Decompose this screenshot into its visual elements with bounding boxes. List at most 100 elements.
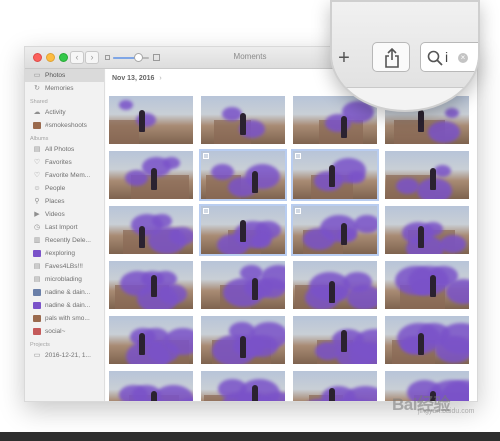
share-button[interactable] (372, 42, 410, 72)
album-stack-icon: ▤ (33, 276, 41, 283)
purple-smoke (354, 215, 377, 233)
purple-smoke (222, 107, 242, 121)
purple-smoke (148, 227, 186, 254)
photo-thumbnail[interactable] (291, 149, 379, 201)
memories-icon: ↻ (34, 85, 40, 92)
photo-thumbnail[interactable] (109, 261, 193, 309)
photo-thumbnail[interactable] (201, 96, 285, 144)
moment-date-label[interactable]: Nov 13, 2016 › (112, 75, 162, 82)
sidebar-item-label: All Photos (45, 146, 75, 153)
sidebar-item-album-11[interactable]: nadine & dain... (25, 286, 104, 299)
person-figure (151, 391, 157, 401)
album-thumb-icon (33, 289, 41, 296)
heart-icon: ♡ (33, 159, 41, 166)
purple-smoke (446, 279, 469, 304)
purple-smoke (440, 235, 466, 253)
pin-icon: ⚲ (34, 198, 40, 205)
sidebar-item-label: Places (45, 198, 65, 205)
photo-thumbnail[interactable] (385, 206, 469, 254)
photo-thumbnail[interactable] (201, 371, 285, 401)
photos-icon: ▭ (33, 72, 41, 79)
sidebar-item-album-3[interactable]: ☺ People (25, 182, 104, 195)
photo-thumbnail[interactable] (201, 316, 285, 364)
sidebar-item-label: microblading (45, 276, 82, 283)
sidebar-item-shared-0[interactable]: ☁ Activity (25, 106, 104, 119)
sidebar-item-album-6[interactable]: ◷ Last Import (25, 221, 104, 234)
cloud-icon: ☁ (33, 109, 41, 116)
photo-thumbnail[interactable] (201, 261, 285, 309)
sidebar-item-album-5[interactable]: ▶ Videos (25, 208, 104, 221)
sidebar-item-label: Favorite Mem... (45, 172, 91, 179)
person-figure (151, 168, 157, 190)
sidebar-item-top-1[interactable]: ↻ Memories (25, 82, 104, 95)
photo-thumbnail[interactable] (293, 371, 377, 401)
search-icon (427, 50, 443, 66)
photo-thumbnail[interactable] (109, 206, 193, 254)
person-figure (252, 278, 258, 300)
chevron-right-icon: › (159, 75, 162, 82)
back-button[interactable]: ‹ (70, 51, 84, 64)
photo-thumbnail[interactable] (291, 204, 379, 256)
photo-thumbnail[interactable] (385, 151, 469, 199)
person-figure (139, 226, 145, 248)
sidebar-item-album-10[interactable]: ▤ microblading (25, 273, 104, 286)
album-thumb-icon (33, 250, 41, 257)
purple-smoke (434, 165, 451, 177)
photo-thumbnail[interactable] (293, 316, 377, 364)
clear-search-button[interactable]: × (458, 53, 468, 63)
sidebar-item-album-12[interactable]: nadine & dain... (25, 299, 104, 312)
sidebar-item-label: Recently Dele... (45, 237, 91, 244)
sidebar-item-album-2[interactable]: ♡ Favorite Mem... (25, 169, 104, 182)
sidebar-item-top-0[interactable]: ▭ Photos (25, 69, 104, 82)
sidebar-item-label: #exploring (45, 250, 75, 257)
sidebar-item-project-0[interactable]: ▭ 2016-12-21, 1... (25, 349, 104, 362)
photo-thumbnail[interactable] (385, 261, 469, 309)
photo-thumbnail[interactable] (109, 96, 193, 144)
sidebar-item-album-7[interactable]: ▥ Recently Dele... (25, 234, 104, 247)
album-thumb-icon (33, 302, 41, 309)
purple-smoke (137, 284, 178, 309)
photo-thumbnail[interactable] (385, 316, 469, 364)
sidebar-item-album-0[interactable]: ▤ All Photos (25, 143, 104, 156)
clock-icon: ◷ (33, 224, 41, 231)
photo-thumbnail[interactable] (109, 316, 193, 364)
sidebar-item-album-1[interactable]: ♡ Favorites (25, 156, 104, 169)
photo-thumbnail[interactable] (199, 204, 287, 256)
photo-background (109, 120, 139, 144)
purple-smoke (396, 178, 419, 194)
close-window-button[interactable] (33, 53, 42, 62)
selection-checkbox[interactable] (295, 208, 301, 214)
zoom-window-button[interactable] (59, 53, 68, 62)
selection-checkbox[interactable] (295, 153, 301, 159)
small-photo-icon (105, 55, 110, 60)
project-icon: ▭ (33, 352, 41, 359)
sidebar-item-label: Favorites (45, 159, 72, 166)
sidebar-projects-heading: Projects (30, 342, 50, 348)
person-icon: ☺ (33, 185, 41, 192)
forward-button[interactable]: › (85, 51, 99, 64)
sidebar-item-label: #smokeshoots (45, 122, 87, 129)
purple-smoke (251, 234, 271, 248)
sidebar-item-album-8[interactable]: #exploring (25, 247, 104, 260)
person-figure (418, 226, 424, 248)
sidebar-item-shared-1[interactable]: #smokeshoots (25, 119, 104, 132)
photo-thumbnail[interactable] (199, 149, 287, 201)
search-field[interactable]: i (420, 42, 478, 72)
person-figure (329, 281, 335, 303)
sidebar-item-label: 2016-12-21, 1... (45, 352, 91, 359)
sidebar-item-album-13[interactable]: pals with smo... (25, 312, 104, 325)
sidebar-item-album-9[interactable]: ▤ Faves4LBs!!! (25, 260, 104, 273)
photo-thumbnail[interactable] (109, 151, 193, 199)
add-button[interactable]: + (334, 46, 354, 70)
selection-checkbox[interactable] (203, 208, 209, 214)
purple-smoke (348, 171, 365, 183)
sidebar: ▭ Photos ↻ Memories Shared ☁ Activity #smokes… (25, 69, 105, 401)
sidebar-item-album-14[interactable]: social~ (25, 325, 104, 338)
selection-checkbox[interactable] (203, 153, 209, 159)
photo-thumbnail[interactable] (293, 261, 377, 309)
sidebar-item-album-4[interactable]: ⚲ Places (25, 195, 104, 208)
minimize-window-button[interactable] (46, 53, 55, 62)
zoom-slider[interactable] (105, 52, 161, 64)
zoom-slider-knob[interactable] (134, 53, 143, 62)
photo-thumbnail[interactable] (109, 371, 193, 401)
